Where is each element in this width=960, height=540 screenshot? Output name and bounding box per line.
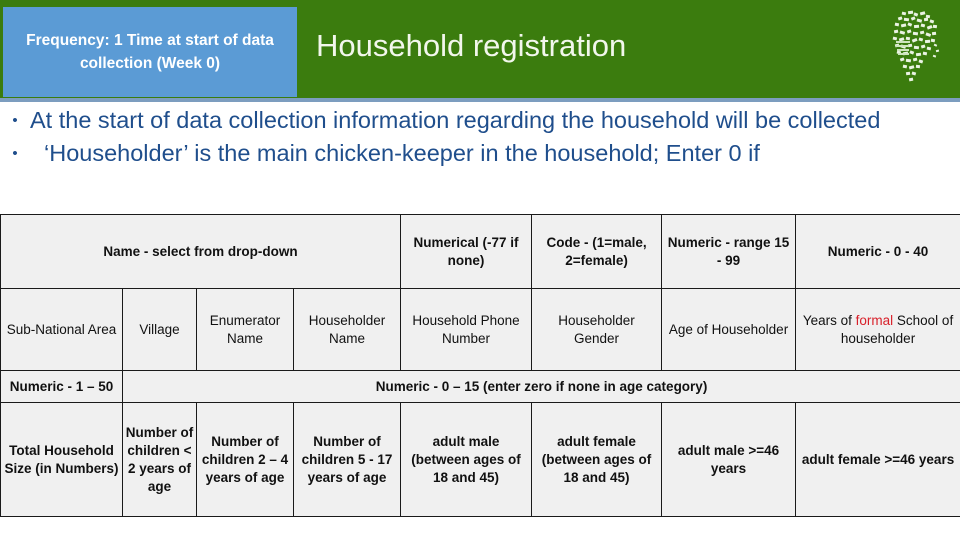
africa-chickens-logo bbox=[876, 8, 944, 88]
table-row-datatype-top: Name - select from drop-down Numerical (… bbox=[0, 214, 960, 289]
cell-householder-name: Householder Name bbox=[292, 288, 402, 371]
frequency-callout-box: Frequency: 1 Time at start of data colle… bbox=[3, 7, 297, 97]
cell-sub-national-area: Sub-National Area bbox=[0, 288, 123, 371]
table-row-datatype-bottom: Numeric - 1 – 50 Numeric - 0 – 15 (enter… bbox=[0, 370, 960, 403]
cell-children-5-to-17: Number of children 5 - 17 years of age bbox=[292, 402, 402, 517]
cell-adult-female-18-45: adult female (between ages of 18 and 45) bbox=[531, 402, 663, 517]
cell-household-size-type: Numeric - 1 – 50 bbox=[0, 370, 123, 403]
cell-age-category-type: Numeric - 0 – 15 (enter zero if none in … bbox=[121, 370, 960, 403]
cell-children-2-to-4: Number of children 2 – 4 years of age bbox=[196, 402, 294, 517]
bullet-marker: • bbox=[12, 145, 18, 162]
cell-household-phone-number: Household Phone Number bbox=[400, 288, 533, 371]
bullet-text: At the start of data collection informat… bbox=[30, 107, 881, 133]
page-title: Household registration bbox=[316, 28, 627, 63]
list-item: • ‘Householder’ is the main chicken-keep… bbox=[0, 137, 960, 170]
cell-adult-male-18-45: adult male (between ages of 18 and 45) bbox=[400, 402, 533, 517]
cell-name-dropdown-type: Name - select from drop-down bbox=[0, 214, 402, 289]
cell-total-household-size: Total Household Size (in Numbers) bbox=[0, 402, 123, 517]
bullet-text: ‘Householder’ is the main chicken-keeper… bbox=[44, 140, 760, 166]
bullet-marker: • bbox=[12, 112, 18, 129]
body-bullet-list: • At the start of data collection inform… bbox=[0, 104, 960, 170]
years-prefix: Years of bbox=[802, 312, 856, 328]
frequency-callout-text: Frequency: 1 Time at start of data colle… bbox=[26, 32, 274, 72]
list-item: • At the start of data collection inform… bbox=[0, 104, 960, 137]
table-row-field-names-bottom: Total Household Size (in Numbers) Number… bbox=[0, 402, 960, 517]
cell-adult-male-46-plus: adult male >=46 years bbox=[661, 402, 797, 517]
household-registration-spec-table: Name - select from drop-down Numerical (… bbox=[0, 214, 960, 517]
slide-banner: Frequency: 1 Time at start of data colle… bbox=[0, 0, 960, 102]
cell-phone-type: Numerical (-77 if none) bbox=[400, 214, 533, 289]
cell-age-of-householder: Age of Householder bbox=[661, 288, 797, 371]
cell-age-type: Numeric - range 15 - 99 bbox=[661, 214, 797, 289]
cell-years-of-formal-school: Years of formal School of householder bbox=[795, 288, 960, 371]
cell-village: Village bbox=[122, 288, 197, 371]
cell-adult-female-46-plus: adult female >=46 years bbox=[795, 402, 960, 517]
cell-gender-type: Code - (1=male, 2=female) bbox=[531, 214, 663, 289]
table-row-field-names-top: Sub-National Area Village Enumerator Nam… bbox=[0, 288, 960, 371]
cell-schooling-type: Numeric - 0 - 40 bbox=[795, 214, 960, 289]
years-highlight: formal bbox=[855, 312, 894, 328]
cell-householder-gender: Householder Gender bbox=[531, 288, 663, 371]
banner-underline-rule bbox=[0, 98, 960, 102]
cell-children-under-2: Number of children < 2 years of age bbox=[122, 402, 197, 517]
cell-enumerator-name: Enumerator Name bbox=[196, 288, 294, 371]
